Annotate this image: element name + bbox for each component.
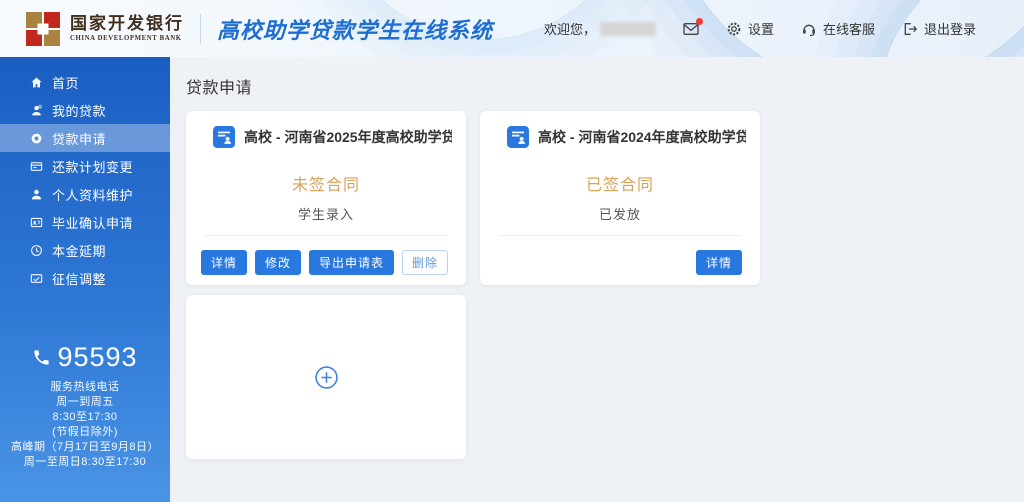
sidebar-item-label: 贷款申请 [52, 129, 106, 148]
sidebar-item-label: 毕业确认申请 [52, 213, 133, 232]
sidebar-item-label: 我的贷款 [52, 101, 106, 120]
system-title: 高校助学贷款学生在线系统 [217, 13, 493, 45]
hotline-line: 周一至周日8:30至17:30 [0, 455, 170, 470]
brand-area: 国家开发银行 CHINA DEVELOPMENT BANK 高校助学贷款学生在线… [0, 12, 493, 46]
hotline-line: 8:30至17:30 [0, 410, 170, 425]
loan-card-header: 高校 - 河南省2025年度高校助学贷... [186, 111, 466, 148]
details-button[interactable]: 详情 [696, 250, 742, 275]
sidebar-item-my-loans[interactable]: 我的贷款 [0, 96, 170, 124]
repayment-plan-icon [30, 160, 43, 173]
hotline-info: 服务热线电话 周一到周五 8:30至17:30 (节假日除外) 高峰期（7月17… [0, 380, 170, 470]
sidebar-item-label: 首页 [52, 73, 79, 92]
online-service-button[interactable]: 在线客服 [801, 19, 875, 38]
sidebar-item-label: 还款计划变更 [52, 157, 133, 176]
messages-button[interactable] [683, 21, 699, 37]
hotline-line: 高峰期（7月17日至9月8日） [0, 440, 170, 455]
card-divider [498, 235, 742, 236]
details-button[interactable]: 详情 [201, 250, 247, 275]
sidebar-item-profile[interactable]: 个人资料维护 [0, 180, 170, 208]
loan-card-header: 高校 - 河南省2024年度高校助学贷... [480, 111, 760, 148]
logout-icon [902, 21, 918, 37]
home-icon [30, 76, 43, 89]
unread-badge [696, 18, 703, 25]
welcome-message: 欢迎您， [544, 19, 656, 38]
sidebar-nav: 首页 我的贷款 贷款申请 [0, 57, 170, 292]
modify-button[interactable]: 修改 [255, 250, 301, 275]
export-application-button[interactable]: 导出申请表 [309, 250, 394, 275]
add-loan-application-card[interactable] [186, 295, 466, 459]
sidebar-item-loan-application[interactable]: 贷款申请 [0, 124, 170, 152]
sidebar-item-label: 征信调整 [52, 269, 106, 288]
my-loans-icon [30, 104, 43, 117]
settings-label: 设置 [748, 19, 774, 38]
logout-label: 退出登录 [924, 19, 976, 38]
sidebar-item-label: 本金延期 [52, 241, 106, 260]
loan-apply-icon [30, 132, 43, 145]
loan-cards-row-2 [186, 295, 1024, 459]
sidebar: 首页 我的贷款 贷款申请 [0, 57, 170, 502]
sidebar-item-principal-extension[interactable]: 本金延期 [0, 236, 170, 264]
loan-sub-status: 已发放 [480, 204, 760, 223]
loan-cards-row-1: 高校 - 河南省2025年度高校助学贷... 未签合同 学生录入 详情 修改 导… [186, 111, 1024, 285]
card-divider [204, 235, 448, 236]
hotline-line: 服务热线电话 [0, 380, 170, 395]
sidebar-item-home[interactable]: 首页 [0, 68, 170, 96]
settings-button[interactable]: 设置 [726, 19, 774, 38]
graduation-icon [30, 216, 43, 229]
card-actions: 详情 修改 导出申请表 删除 [201, 250, 448, 275]
sidebar-item-repayment-plan[interactable]: 还款计划变更 [0, 152, 170, 180]
loan-sub-status: 学生录入 [186, 204, 466, 223]
main-content: 贷款申请 高校 - 河南省2025年度高校助学贷... 未签合同 学生录入 [170, 57, 1024, 502]
add-plus-icon [314, 365, 339, 390]
sidebar-item-label: 个人资料维护 [52, 185, 133, 204]
loan-card-title: 高校 - 河南省2025年度高校助学贷... [244, 127, 452, 147]
loan-card-2024: 高校 - 河南省2024年度高校助学贷... 已签合同 已发放 详情 [480, 111, 760, 285]
phone-icon [32, 348, 51, 367]
welcome-label: 欢迎您， [544, 19, 596, 38]
hotline-number-row: 95593 [0, 342, 170, 373]
header-actions: 欢迎您， 设置 [544, 19, 1024, 38]
page-title: 贷款申请 [186, 74, 1024, 98]
loan-card-2025: 高校 - 河南省2025年度高校助学贷... 未签合同 学生录入 详情 修改 导… [186, 111, 466, 285]
principal-extension-icon [30, 244, 43, 257]
brand-separator [200, 14, 201, 44]
loan-status: 未签合同 [186, 171, 466, 195]
card-actions: 详情 [696, 250, 742, 275]
header: 国家开发银行 CHINA DEVELOPMENT BANK 高校助学贷款学生在线… [0, 0, 1024, 57]
profile-icon [30, 188, 43, 201]
hotline-line: 周一到周五 [0, 395, 170, 410]
bank-name-en: CHINA DEVELOPMENT BANK [70, 35, 184, 42]
logout-button[interactable]: 退出登录 [902, 19, 976, 38]
loan-document-icon [213, 126, 235, 148]
username-redacted [600, 22, 656, 36]
hotline-line: (节假日除外) [0, 425, 170, 440]
service-hotline: 95593 服务热线电话 周一到周五 8:30至17:30 (节假日除外) 高峰… [0, 342, 170, 470]
loan-document-icon [507, 126, 529, 148]
gear-icon [726, 21, 742, 37]
delete-button[interactable]: 删除 [402, 250, 448, 275]
headset-icon [801, 21, 817, 37]
loan-status: 已签合同 [480, 171, 760, 195]
bank-logo-icon [26, 12, 60, 46]
loan-card-title: 高校 - 河南省2024年度高校助学贷... [538, 127, 746, 147]
sidebar-item-credit-adjust[interactable]: 征信调整 [0, 264, 170, 292]
credit-adjust-icon [30, 272, 43, 285]
bank-name: 国家开发银行 CHINA DEVELOPMENT BANK [70, 15, 184, 42]
sidebar-item-graduation-confirm[interactable]: 毕业确认申请 [0, 208, 170, 236]
bank-name-cn: 国家开发银行 [70, 15, 184, 33]
online-service-label: 在线客服 [823, 19, 875, 38]
hotline-number: 95593 [57, 342, 137, 373]
